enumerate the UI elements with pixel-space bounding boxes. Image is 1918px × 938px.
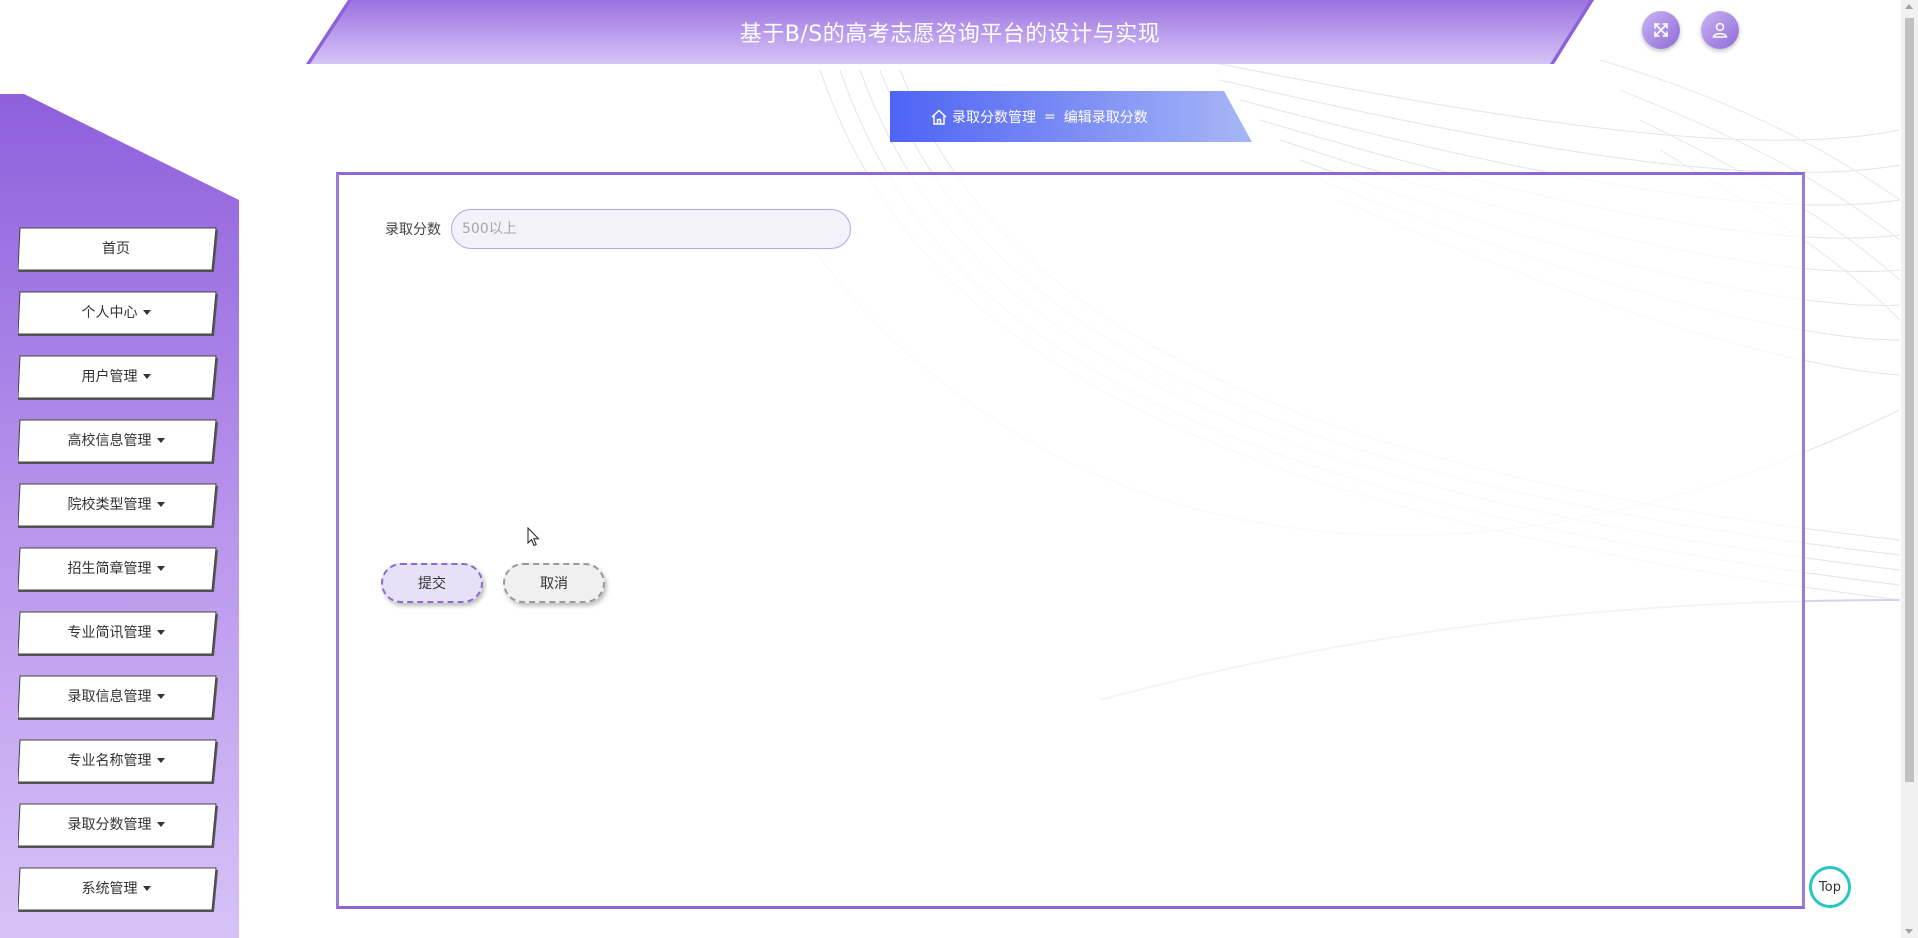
- page-scrollbar[interactable]: [1901, 0, 1918, 938]
- score-label: 录取分数: [385, 222, 441, 238]
- sidebar-item-label: 系统管理: [81, 881, 138, 897]
- sidebar-item-home[interactable]: 首页: [18, 226, 218, 272]
- sidebar-item-admission-info[interactable]: 录取信息管理: [18, 674, 218, 720]
- cancel-button[interactable]: 取消: [503, 563, 605, 603]
- score-field-row: 录取分数: [385, 209, 851, 249]
- sidebar-item-users[interactable]: 用户管理: [18, 354, 218, 400]
- caret-down-icon: [156, 437, 165, 443]
- home-icon[interactable]: [930, 108, 948, 126]
- scroll-down-icon[interactable]: [1905, 929, 1913, 934]
- sidebar-item-label: 招生简章管理: [67, 561, 152, 577]
- breadcrumb-separator: =: [1044, 108, 1056, 125]
- sidebar-item-label: 首页: [102, 241, 130, 257]
- back-to-top-button[interactable]: Top: [1809, 866, 1851, 908]
- breadcrumb-parent[interactable]: 录取分数管理: [952, 107, 1036, 127]
- submit-button[interactable]: 提交: [381, 563, 483, 603]
- sidebar-item-college-types[interactable]: 院校类型管理: [18, 482, 218, 528]
- sidebar-item-major-names[interactable]: 专业名称管理: [18, 738, 218, 784]
- caret-down-icon: [156, 757, 165, 763]
- sidebar-item-label: 录取信息管理: [67, 689, 152, 705]
- scroll-thumb[interactable]: [1905, 18, 1914, 782]
- app-title: 基于B/S的高考志愿咨询平台的设计与实现: [739, 22, 1161, 47]
- score-input[interactable]: [451, 209, 851, 249]
- caret-down-icon: [156, 693, 165, 699]
- user-icon: [1712, 22, 1728, 38]
- sidebar-item-system[interactable]: 系统管理: [18, 866, 218, 912]
- caret-down-icon: [142, 885, 151, 891]
- sidebar-item-label: 高校信息管理: [67, 433, 152, 449]
- user-profile-button[interactable]: [1701, 11, 1739, 49]
- expand-icon: [1654, 23, 1668, 37]
- breadcrumb: 录取分数管理 = 编辑录取分数: [890, 91, 1252, 142]
- sidebar-item-personal-center[interactable]: 个人中心: [18, 290, 218, 336]
- caret-down-icon: [142, 373, 151, 379]
- breadcrumb-current: 编辑录取分数: [1063, 109, 1148, 126]
- sidebar-item-label: 录取分数管理: [67, 817, 152, 833]
- sidebar-item-colleges[interactable]: 高校信息管理: [18, 418, 218, 464]
- sidebar-item-label: 院校类型管理: [67, 497, 152, 513]
- edit-form-panel: 录取分数 提交 取消: [336, 172, 1805, 909]
- header-bar: 基于B/S的高考志愿咨询平台的设计与实现: [306, 0, 1594, 64]
- sidebar-item-label: 专业名称管理: [67, 753, 152, 769]
- sidebar-item-label: 个人中心: [81, 305, 138, 321]
- caret-down-icon: [156, 565, 165, 571]
- caret-down-icon: [142, 309, 151, 315]
- mouse-cursor-icon: [527, 527, 540, 547]
- caret-down-icon: [156, 821, 165, 827]
- sidebar-item-major-news[interactable]: 专业简讯管理: [18, 610, 218, 656]
- sidebar-item-label: 专业简讯管理: [67, 625, 152, 641]
- caret-down-icon: [156, 629, 165, 635]
- fullscreen-button[interactable]: [1642, 11, 1680, 49]
- sidebar-item-admission-scores[interactable]: 录取分数管理: [18, 802, 218, 848]
- sidebar-item-label: 用户管理: [81, 369, 138, 385]
- sidebar-item-admissions-guide[interactable]: 招生简章管理: [18, 546, 218, 592]
- caret-down-icon: [156, 501, 165, 507]
- scroll-up-icon[interactable]: [1905, 4, 1913, 9]
